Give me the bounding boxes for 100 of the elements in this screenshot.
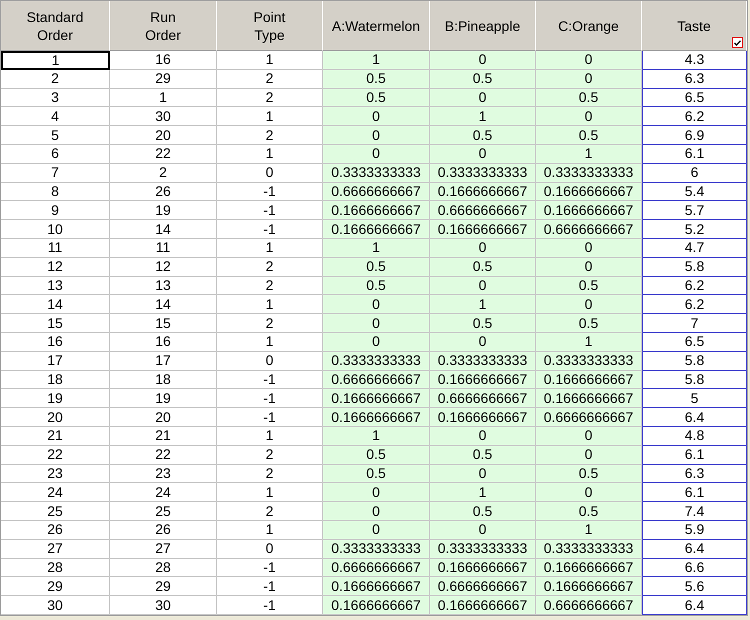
- table-cell[interactable]: 0.1666666667: [430, 596, 536, 615]
- table-cell[interactable]: 26: [110, 182, 217, 202]
- column-header[interactable]: Point Type: [217, 1, 323, 51]
- table-cell[interactable]: 26: [110, 520, 217, 540]
- table-cell[interactable]: 0.3333333333: [323, 540, 430, 559]
- table-cell[interactable]: 16: [110, 332, 217, 352]
- table-cell[interactable]: 0.5: [323, 464, 430, 484]
- table-cell[interactable]: 2: [217, 258, 323, 277]
- table-cell[interactable]: 0.1666666667: [430, 558, 536, 578]
- table-cell[interactable]: 0: [536, 295, 642, 314]
- table-cell[interactable]: 21: [110, 426, 217, 446]
- table-cell[interactable]: 2: [217, 464, 323, 484]
- table-cell[interactable]: 0.5: [430, 446, 536, 465]
- table-cell[interactable]: -1: [217, 408, 323, 427]
- table-cell[interactable]: 20: [110, 126, 217, 145]
- table-cell[interactable]: 24: [110, 483, 217, 502]
- table-cell[interactable]: 0.6666666667: [323, 182, 430, 202]
- table-cell[interactable]: 6.4: [642, 540, 747, 559]
- table-cell[interactable]: 22: [1, 446, 110, 465]
- table-cell[interactable]: 0.6666666667: [323, 370, 430, 390]
- table-cell[interactable]: 13: [1, 276, 110, 296]
- table-cell[interactable]: 0: [536, 426, 642, 446]
- table-cell[interactable]: 2: [217, 446, 323, 465]
- table-cell[interactable]: 0.1666666667: [536, 201, 642, 220]
- table-cell[interactable]: 0.5: [323, 446, 430, 465]
- table-cell[interactable]: 1: [217, 332, 323, 352]
- column-header[interactable]: C:Orange: [536, 1, 642, 51]
- table-cell[interactable]: 0: [430, 276, 536, 296]
- table-cell[interactable]: 17: [110, 352, 217, 371]
- table-cell[interactable]: 0: [536, 51, 642, 70]
- table-cell[interactable]: 2: [217, 88, 323, 108]
- table-cell[interactable]: 0.3333333333: [536, 352, 642, 371]
- table-cell[interactable]: 0.1666666667: [536, 370, 642, 390]
- table-cell[interactable]: 2: [1, 70, 110, 89]
- table-cell[interactable]: 6: [1, 144, 110, 164]
- table-cell[interactable]: 6.9: [642, 126, 747, 145]
- table-cell[interactable]: 15: [1, 314, 110, 333]
- checkbox[interactable]: [732, 37, 743, 48]
- table-cell[interactable]: 6: [642, 164, 747, 183]
- table-cell[interactable]: 22: [110, 446, 217, 465]
- table-cell[interactable]: -1: [217, 201, 323, 220]
- table-cell[interactable]: 1: [217, 483, 323, 502]
- table-cell[interactable]: 0: [430, 464, 536, 484]
- table-cell[interactable]: 30: [1, 596, 110, 615]
- table-cell[interactable]: 0.3333333333: [430, 540, 536, 559]
- table-cell[interactable]: 21: [1, 426, 110, 446]
- table-cell[interactable]: 0: [430, 144, 536, 164]
- table-cell[interactable]: 0.5: [430, 314, 536, 333]
- table-cell[interactable]: 19: [1, 389, 110, 408]
- table-cell[interactable]: 2: [217, 314, 323, 333]
- table-cell[interactable]: 0.5: [536, 276, 642, 296]
- table-cell[interactable]: 22: [110, 144, 217, 164]
- table-cell[interactable]: 0.5: [536, 464, 642, 484]
- table-cell[interactable]: 5: [642, 389, 747, 408]
- table-cell[interactable]: 0.6666666667: [430, 389, 536, 408]
- table-cell[interactable]: 10: [1, 220, 110, 239]
- table-cell[interactable]: 16: [1, 332, 110, 352]
- table-cell[interactable]: 4.8: [642, 426, 747, 446]
- table-cell[interactable]: 0.5: [323, 276, 430, 296]
- table-cell[interactable]: 3: [1, 88, 110, 108]
- table-cell[interactable]: 6.5: [642, 332, 747, 352]
- table-cell[interactable]: 0.6666666667: [430, 201, 536, 220]
- table-cell[interactable]: 1: [217, 426, 323, 446]
- table-cell[interactable]: 0: [430, 520, 536, 540]
- table-cell[interactable]: 5.9: [642, 520, 747, 540]
- table-cell[interactable]: 1: [217, 144, 323, 164]
- table-cell[interactable]: 1: [536, 332, 642, 352]
- table-cell[interactable]: 5.8: [642, 258, 747, 277]
- table-cell[interactable]: 0.1666666667: [323, 220, 430, 239]
- table-cell[interactable]: 0.1666666667: [323, 408, 430, 427]
- table-cell[interactable]: 28: [1, 558, 110, 578]
- table-cell[interactable]: 14: [110, 220, 217, 239]
- table-cell[interactable]: 0.5: [536, 88, 642, 108]
- table-cell[interactable]: 0.5: [430, 70, 536, 89]
- table-cell[interactable]: 0.5: [323, 258, 430, 277]
- table-cell[interactable]: 0.1666666667: [430, 220, 536, 239]
- table-cell[interactable]: 20: [110, 408, 217, 427]
- table-cell[interactable]: 18: [110, 370, 217, 390]
- table-cell[interactable]: 25: [110, 502, 217, 521]
- table-cell[interactable]: 27: [110, 540, 217, 559]
- table-cell[interactable]: 0: [430, 51, 536, 70]
- table-cell[interactable]: 0.1666666667: [430, 408, 536, 427]
- table-cell[interactable]: 6.4: [642, 596, 747, 615]
- table-cell[interactable]: 6.2: [642, 295, 747, 314]
- table-cell[interactable]: -1: [217, 389, 323, 408]
- table-cell[interactable]: 29: [110, 577, 217, 596]
- table-cell[interactable]: 1: [323, 238, 430, 258]
- table-cell[interactable]: 15: [110, 314, 217, 333]
- table-cell[interactable]: 11: [1, 238, 110, 258]
- table-cell[interactable]: 29: [1, 577, 110, 596]
- table-cell[interactable]: 9: [1, 201, 110, 220]
- table-cell[interactable]: 1: [217, 520, 323, 540]
- table-cell[interactable]: 8: [1, 182, 110, 202]
- table-cell[interactable]: 2: [217, 276, 323, 296]
- table-cell[interactable]: 0.3333333333: [430, 352, 536, 371]
- table-cell[interactable]: 1: [430, 295, 536, 314]
- table-cell[interactable]: 27: [1, 540, 110, 559]
- column-header[interactable]: Taste: [642, 1, 747, 51]
- table-cell[interactable]: 2: [217, 126, 323, 145]
- table-cell[interactable]: 1: [217, 51, 323, 70]
